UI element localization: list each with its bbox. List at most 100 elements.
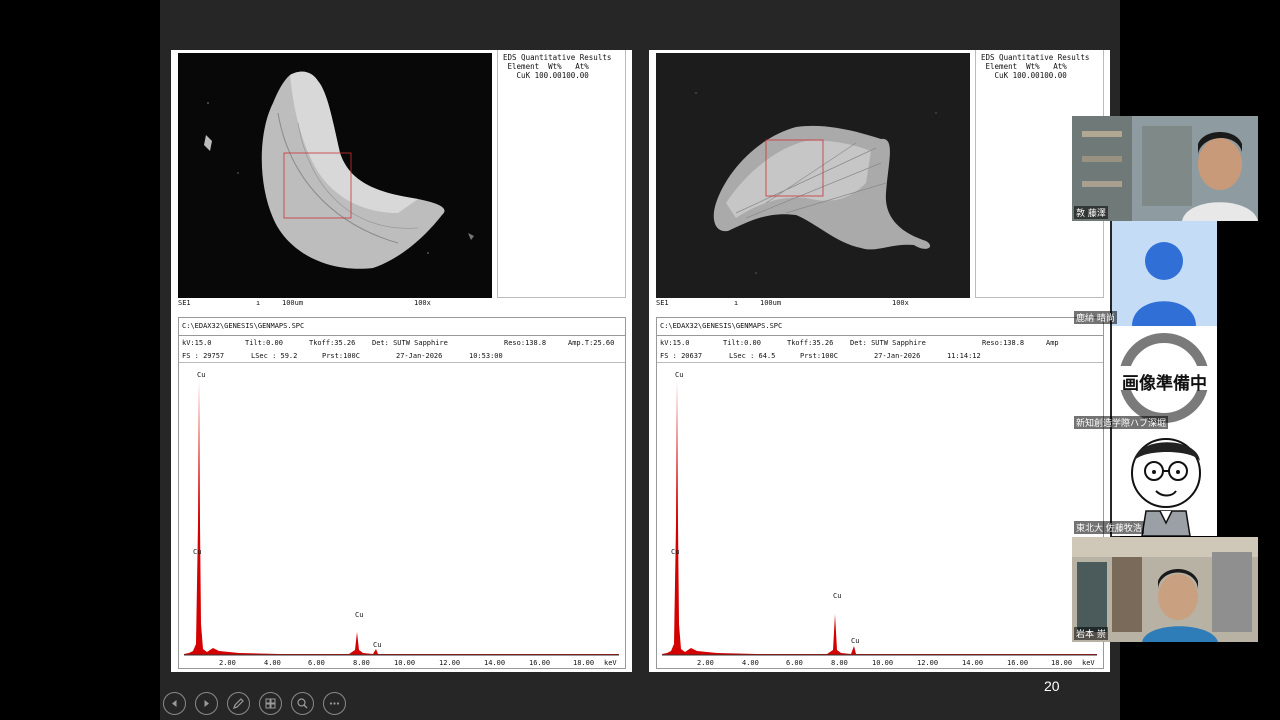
- time-value: 10:53:00: [469, 352, 503, 360]
- lsec-value: LSec : 64.5: [729, 352, 776, 360]
- axis-tick: 18.00: [573, 659, 594, 667]
- eds-title: EDS Quantitative Results: [503, 53, 612, 62]
- participant-tile[interactable]: 敦 藤澤: [1072, 116, 1258, 221]
- axis-tick: 2.00: [697, 659, 714, 667]
- axis-tick: 4.00: [264, 659, 281, 667]
- tkoff-value: Tkoff:35.26: [309, 339, 356, 347]
- peak-label: Cu: [355, 611, 363, 619]
- eds-header: Element Wt% At%: [985, 62, 1067, 71]
- sem-eds-panel-left: EDS Quantitative Results Element Wt% At%…: [171, 50, 632, 672]
- axis-tick: 6.00: [308, 659, 325, 667]
- next-slide-button[interactable]: [195, 692, 218, 715]
- spectrum-file-path: C:\EDAX32\GENESIS\GENMAPS.SPC: [182, 322, 305, 330]
- prst-value: Prst:100C: [322, 352, 360, 360]
- axis-tick: 12.00: [917, 659, 938, 667]
- kv-value: kV:15.0: [182, 339, 212, 347]
- axis-tick: 6.00: [786, 659, 803, 667]
- pen-icon: [233, 698, 244, 709]
- eds-spectrum-right: C:\EDAX32\GENESIS\GENMAPS.SPC kV:15.0 Ti…: [656, 317, 1104, 669]
- prst-value: Prst:100C: [800, 352, 838, 360]
- sem-footer: SE1 ı 100um 100x: [656, 299, 1104, 309]
- axis-unit: keV: [604, 659, 617, 667]
- kv-value: kV:15.0: [660, 339, 690, 347]
- eds-spectrum-left: C:\EDAX32\GENESIS\GENMAPS.SPC kV:15.0 Ti…: [178, 317, 626, 669]
- avatar-icon: [1112, 221, 1217, 326]
- axis-tick: 18.00: [1051, 659, 1072, 667]
- eds-title: EDS Quantitative Results: [981, 53, 1090, 62]
- axis-tick: 10.00: [394, 659, 415, 667]
- axis-tick: 8.00: [831, 659, 848, 667]
- scale-tick: ı: [256, 299, 261, 307]
- sem-image-left: [178, 53, 492, 298]
- magnification-label: 100x: [892, 299, 909, 307]
- axis-tick: 14.00: [962, 659, 983, 667]
- peak-label: Cu: [833, 592, 841, 600]
- participant-name: 敦 藤澤: [1074, 206, 1108, 219]
- spectrum-plot: Cu Cu Cu Cu 2.00 4.00 6.00 8.00 10.00 12…: [179, 364, 625, 668]
- detector-value: Det: SUTW Sapphire: [372, 339, 448, 347]
- time-value: 11:14:12: [947, 352, 981, 360]
- detector-label: SE1: [656, 299, 669, 307]
- see-all-slides-button[interactable]: [259, 692, 282, 715]
- participant-name: 鹿納 晴尚: [1074, 311, 1117, 324]
- detector-value: Det: SUTW Sapphire: [850, 339, 926, 347]
- prev-slide-button[interactable]: [163, 692, 186, 715]
- peak-label: Cu: [193, 548, 201, 556]
- participant-tile[interactable]: [1112, 221, 1217, 326]
- axis-tick: 14.00: [484, 659, 505, 667]
- scale-label: 100um: [760, 299, 782, 307]
- tilt-value: Tilt:0.00: [245, 339, 283, 347]
- spectrum-plot: Cu Cu Cu Cu 2.00 4.00 6.00 8.00 10.00 12…: [657, 364, 1103, 668]
- date-value: 27-Jan-2026: [874, 352, 921, 360]
- peak-label: Cu: [851, 637, 859, 645]
- amp-value: Amp: [1046, 339, 1059, 347]
- peak-label: Cu: [197, 371, 205, 379]
- participant-name: 岩本 崇: [1074, 627, 1108, 640]
- slides-icon: [265, 698, 276, 709]
- peak-label: Cu: [671, 548, 679, 556]
- participant-name: 東北大 佐藤牧浩: [1074, 521, 1144, 534]
- axis-tick: 4.00: [742, 659, 759, 667]
- axis-tick: 2.00: [219, 659, 236, 667]
- reso-value: Reso:138.8: [982, 339, 1025, 347]
- sem-eds-panel-right: EDS Quantitative Results Element Wt% At%…: [649, 50, 1110, 672]
- participant-tile[interactable]: 岩本 崇: [1072, 537, 1258, 642]
- scale-label: 100um: [282, 299, 304, 307]
- lsec-value: LSec : 59.2: [251, 352, 298, 360]
- participant-gallery: 敦 藤澤 鹿納 晴尚 画像準備中 新知創造学際ハブ深堀 東北大 佐藤牧浩 岩本 …: [1072, 116, 1258, 642]
- detector-label: SE1: [178, 299, 191, 307]
- eds-row: CuK 100.00100.00: [994, 71, 1067, 80]
- next-icon: [204, 700, 209, 707]
- placeholder-text: 画像準備中: [1122, 374, 1207, 394]
- more-options-button[interactable]: [323, 692, 346, 715]
- sem-image-right: [656, 53, 970, 298]
- eds-header: Element Wt% At%: [507, 62, 589, 71]
- spectrum-file-path: C:\EDAX32\GENESIS\GENMAPS.SPC: [660, 322, 783, 330]
- prev-icon: [172, 700, 177, 707]
- zoom-icon: [297, 698, 308, 709]
- eds-row: CuK 100.00100.00: [516, 71, 589, 80]
- sem-footer: SE1 ı 100um 100x: [178, 299, 626, 309]
- pen-tool-button[interactable]: [227, 692, 250, 715]
- reso-value: Reso:138.8: [504, 339, 547, 347]
- participant-name: 新知創造学際ハブ深堀: [1074, 416, 1169, 429]
- tilt-value: Tilt:0.00: [723, 339, 761, 347]
- axis-tick: 16.00: [529, 659, 550, 667]
- slide-page-number: 20: [1044, 678, 1060, 694]
- axis-tick: 12.00: [439, 659, 460, 667]
- peak-label: Cu: [373, 641, 381, 649]
- axis-tick: 10.00: [872, 659, 893, 667]
- date-value: 27-Jan-2026: [396, 352, 443, 360]
- more-icon: [329, 702, 340, 705]
- amp-value: Amp.T:25.60: [568, 339, 615, 347]
- zoom-button[interactable]: [291, 692, 314, 715]
- axis-unit: keV: [1082, 659, 1095, 667]
- axis-tick: 8.00: [353, 659, 370, 667]
- scale-tick: ı: [734, 299, 739, 307]
- magnification-label: 100x: [414, 299, 431, 307]
- tkoff-value: Tkoff:35.26: [787, 339, 834, 347]
- fs-value: FS : 20637: [660, 352, 703, 360]
- eds-results-box: EDS Quantitative Results Element Wt% At%…: [497, 50, 626, 298]
- fs-value: FS : 29757: [182, 352, 225, 360]
- peak-label: Cu: [675, 371, 683, 379]
